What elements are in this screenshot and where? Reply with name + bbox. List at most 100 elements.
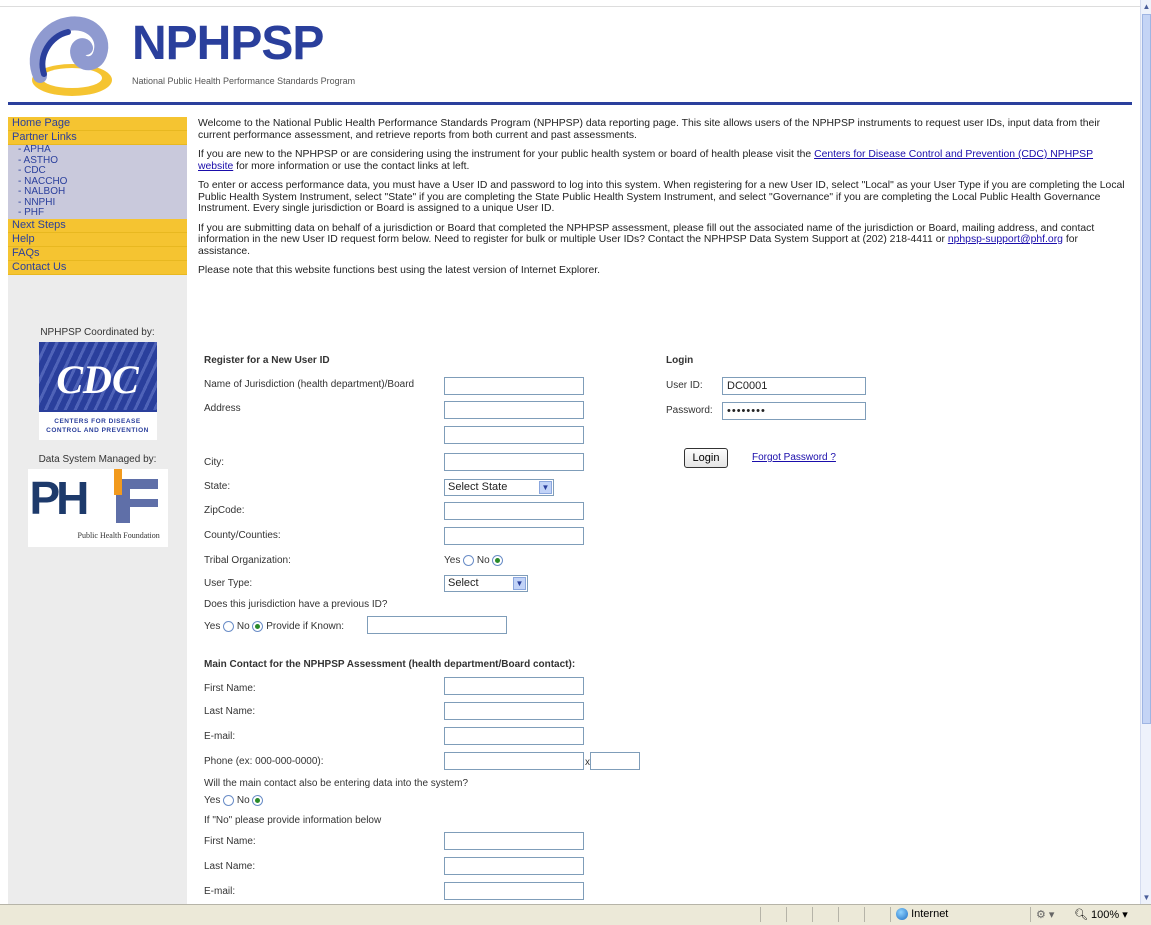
scroll-down-icon[interactable]: ▼ — [1141, 891, 1151, 904]
previous-id-no-label: No — [236, 621, 250, 633]
previous-id-no-radio[interactable] — [252, 621, 264, 632]
alt-last-name-label: Last Name: — [204, 861, 256, 872]
tribal-no-label: No — [476, 555, 490, 567]
main-contact-heading: Main Contact for the NPHPSP Assessment (… — [204, 659, 576, 670]
previous-id-question: Does this jurisdiction have a previous I… — [204, 599, 388, 610]
cdc-caption-line2: CONTROL AND PREVENTION — [46, 426, 149, 434]
nphpsp-logo-icon — [29, 16, 112, 96]
intro-p2-text: If you are new to the NPHPSP or are cons… — [198, 149, 815, 160]
tribal-yes-radio[interactable] — [463, 555, 475, 566]
forgot-password-link[interactable]: Forgot Password ? — [752, 452, 836, 463]
zoom-control[interactable]: 🔍︎ 100% ▾ — [1074, 908, 1128, 921]
sidebar-item-home-page[interactable]: Home Page — [8, 117, 187, 131]
last-name-input[interactable] — [444, 702, 584, 720]
entering-data-no-radio[interactable] — [252, 795, 264, 806]
entering-data-radio-group: Yes No — [204, 795, 264, 807]
site-header: NPHPSP National Public Health Performanc… — [8, 10, 1132, 102]
previous-id-yes-radio[interactable] — [223, 621, 235, 632]
first-name-input[interactable] — [444, 677, 584, 695]
chevron-down-icon: ▾ — [1122, 909, 1128, 921]
previous-id-yes-label: Yes — [204, 621, 221, 633]
zip-input[interactable] — [444, 502, 584, 520]
status-divider — [890, 907, 891, 922]
phf-logo-f-shape — [115, 478, 158, 523]
sidebar-item-apha[interactable]: - APHA — [8, 144, 187, 156]
alt-first-name-input[interactable] — [444, 832, 584, 850]
phone-label: Phone (ex: 000-000-0000): — [204, 756, 324, 767]
login-button[interactable]: Login — [684, 448, 728, 468]
sidebar-item-next-steps[interactable]: Next Steps — [8, 218, 187, 233]
state-select[interactable]: Select State ▼ — [444, 479, 554, 496]
sidebar: Home Page Partner Links - APHA - ASTHO - CDC… — [8, 117, 187, 917]
last-name-label: Last Name: — [204, 706, 256, 717]
vertical-scrollbar[interactable]: ▲ ▼ — [1140, 0, 1151, 904]
tribal-yes-label: Yes — [444, 555, 461, 567]
phf-logo-accent — [113, 468, 122, 495]
user-id-input[interactable]: DC0001 — [722, 377, 866, 395]
previous-id-radio-group: Yes No Provide if Known: — [204, 621, 344, 632]
phone-input[interactable] — [444, 752, 584, 770]
user-type-select[interactable]: Select ▼ — [444, 575, 528, 592]
status-divider — [786, 907, 787, 922]
security-zone: Internet — [896, 908, 948, 921]
managed-by-label: Data System Managed by: — [38, 453, 157, 465]
address-input-2[interactable] — [444, 426, 584, 444]
address-input-1[interactable] — [444, 401, 584, 419]
intro-paragraph-2: If you are new to the NPHPSP or are cons… — [198, 149, 1128, 172]
entering-data-yes-label: Yes — [204, 795, 221, 807]
first-name-label: First Name: — [204, 683, 256, 694]
intro-paragraph-4: If you are submitting data on behalf of … — [198, 223, 1128, 258]
city-label: City: — [204, 457, 224, 468]
status-divider — [760, 907, 761, 922]
sidebar-nav: Home Page Partner Links - APHA - ASTHO - CDC… — [8, 117, 187, 275]
tribal-radio-group: Yes No — [444, 555, 504, 567]
state-select-value: Select State — [448, 481, 508, 493]
phf-logo-caption: Public Health Foundation — [77, 530, 160, 540]
jurisdiction-input[interactable] — [444, 377, 584, 395]
password-input[interactable]: •••••••• — [722, 402, 866, 420]
email-input[interactable] — [444, 727, 584, 745]
scroll-up-icon[interactable]: ▲ — [1141, 0, 1151, 13]
alt-first-name-label: First Name: — [204, 836, 256, 847]
tribal-label: Tribal Organization: — [204, 555, 291, 566]
zoom-level: 100% — [1091, 909, 1120, 921]
sidebar-item-contact-us[interactable]: Contact Us — [8, 260, 187, 275]
user-id-label: User ID: — [666, 380, 703, 391]
chevron-down-icon: ▼ — [539, 481, 552, 494]
scrollbar-thumb[interactable] — [1142, 14, 1151, 724]
browser-status-bar: Internet ⚙ ▾ 🔍︎ 100% ▾ — [0, 904, 1151, 925]
sidebar-item-help[interactable]: Help — [8, 232, 187, 247]
register-title: Register for a New User ID — [204, 355, 330, 366]
chevron-down-icon: ▼ — [513, 577, 526, 590]
phone-ext-input[interactable] — [590, 752, 640, 770]
intro-paragraph-3: To enter or access performance data, you… — [198, 180, 1125, 214]
protected-mode-icon[interactable]: ⚙ ▾ — [1036, 908, 1054, 921]
support-email-link[interactable]: nphpsp-support@phf.org — [948, 234, 1063, 245]
if-no-note: If "No" please provide information below — [204, 815, 382, 826]
sidebar-item-partner-links[interactable]: Partner Links — [8, 131, 187, 145]
state-label: State: — [204, 481, 231, 492]
entering-data-yes-radio[interactable] — [223, 795, 235, 806]
phf-logo[interactable]: PH Public Health Foundation — [27, 468, 168, 547]
cdc-logo-letters: CDC — [56, 356, 139, 402]
sidebar-item-cdc[interactable]: - CDC — [8, 165, 187, 177]
cdc-logo-caption: CENTERS FOR DISEASE CONTROL AND PREVENTI… — [38, 411, 157, 440]
intro-p2-tail: for more information or use the contact … — [233, 160, 470, 172]
zip-label: ZipCode: — [204, 505, 245, 516]
intro-paragraph-5: Please note that this website functions … — [198, 265, 601, 276]
cdc-logo[interactable]: CDC CENTERS FOR DISEASE CONTROL AND PREV… — [38, 341, 157, 440]
status-divider — [864, 907, 865, 922]
entering-data-question: Will the main contact also be entering d… — [204, 778, 469, 789]
sidebar-item-faqs[interactable]: FAQs — [8, 246, 187, 261]
alt-email-input[interactable] — [444, 882, 584, 900]
sidebar-item-nalboh[interactable]: - NALBOH — [8, 186, 187, 198]
city-input[interactable] — [444, 453, 584, 471]
sidebar-item-phf[interactable]: - PHF — [8, 207, 187, 219]
alt-last-name-input[interactable] — [444, 857, 584, 875]
entering-data-no-label: No — [236, 795, 250, 807]
alt-email-label: E-mail: — [204, 886, 236, 897]
tribal-no-radio[interactable] — [492, 555, 504, 566]
county-input[interactable] — [444, 527, 584, 545]
previous-id-input[interactable] — [367, 616, 507, 634]
